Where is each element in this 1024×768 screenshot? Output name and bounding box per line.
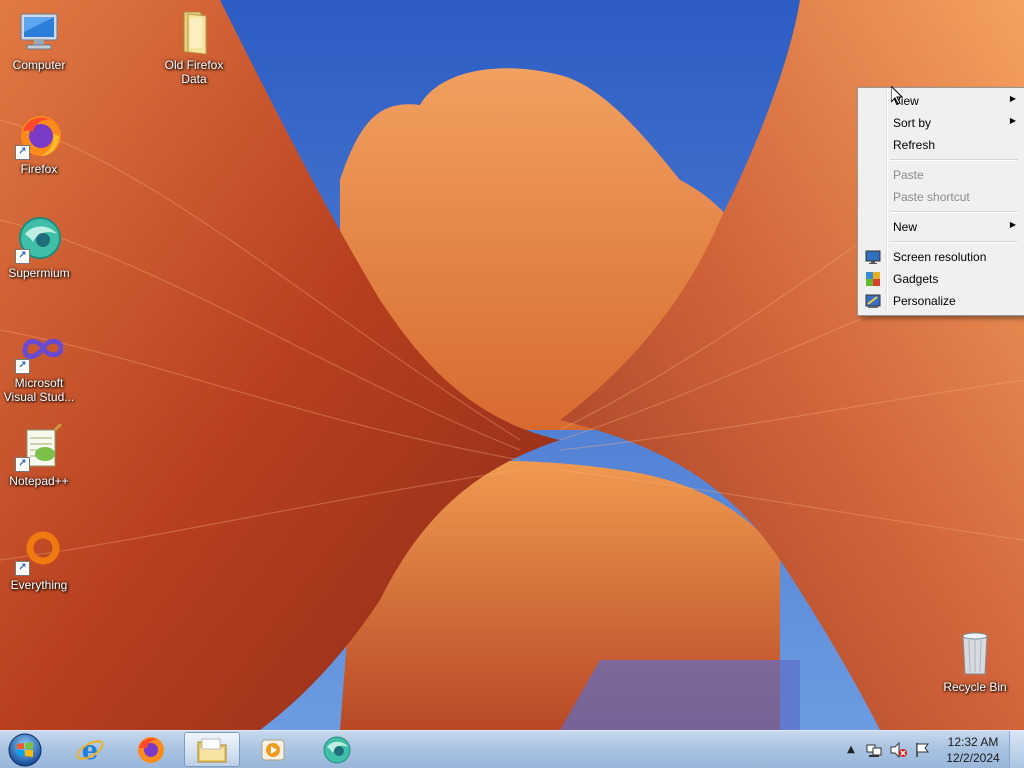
menu-item-label: New (893, 220, 918, 234)
desktop-icon-supermium[interactable]: ↗ Supermium (0, 216, 78, 280)
start-button[interactable] (6, 732, 44, 768)
desktop-icon-label: Recycle Bin (943, 680, 1007, 694)
screen-resolution-icon (865, 249, 881, 265)
media-player-icon (261, 739, 285, 760)
clock-date: 12/2/2024 (946, 751, 1000, 765)
menu-separator (890, 159, 1018, 161)
menu-item-screen-resolution[interactable]: Screen resolution (860, 246, 1022, 268)
taskbar-clock[interactable]: 12:32 AM 12/2/2024 (940, 734, 1006, 766)
taskbar: e ▲ 12:32 AM 12/2/2024 (0, 730, 1024, 768)
submenu-arrow-icon: ▶ (1009, 116, 1016, 125)
recycle-bin-icon (951, 630, 999, 678)
gadgets-icon (865, 271, 881, 287)
folder-icon (170, 8, 218, 56)
clock-time: 12:32 AM (947, 735, 999, 749)
desktop-icon-label: Notepad++ (9, 474, 69, 488)
action-center-flag-icon[interactable] (914, 742, 930, 761)
menu-item-label: Personalize (893, 294, 956, 308)
menu-item-label: Sort by (893, 116, 932, 130)
desktop-icon-label: Everything (10, 578, 68, 592)
menu-item-label: Paste (893, 168, 924, 182)
taskbar-internet-explorer-button[interactable]: e (62, 732, 118, 767)
menu-item-view[interactable]: View ▶ (860, 90, 1022, 112)
folder-icon (197, 738, 227, 762)
shortcut-arrow-icon: ↗ (15, 457, 30, 472)
computer-icon (15, 8, 63, 56)
desktop-icon-firefox[interactable]: ↗ Firefox (0, 112, 78, 176)
firefox-icon: ↗ (15, 112, 63, 160)
menu-item-label: Paste shortcut (893, 190, 970, 204)
menu-item-refresh[interactable]: Refresh (860, 134, 1022, 156)
submenu-arrow-icon: ▶ (1009, 220, 1016, 229)
shortcut-arrow-icon: ↗ (15, 561, 30, 576)
menu-item-gadgets[interactable]: Gadgets (860, 268, 1022, 290)
taskbar-firefox-button[interactable] (123, 732, 179, 767)
shortcut-arrow-icon: ↗ (15, 145, 30, 160)
desktop-icon-label: Computer (12, 58, 66, 72)
menu-item-label: Gadgets (893, 272, 939, 286)
submenu-arrow-icon: ▶ (1009, 94, 1016, 103)
menu-separator (890, 241, 1018, 243)
menu-separator (890, 211, 1018, 213)
menu-item-personalize[interactable]: Personalize (860, 290, 1022, 312)
menu-item-new[interactable]: New ▶ (860, 216, 1022, 238)
desktop-context-menu: View ▶ Sort by ▶ Refresh Paste Paste sho… (857, 87, 1024, 316)
menu-item-sort-by[interactable]: Sort by ▶ (860, 112, 1022, 134)
mouse-cursor-icon (890, 84, 904, 108)
desktop-icon-label: Microsoft Visual Stud... (3, 376, 75, 404)
menu-item-paste[interactable]: Paste (860, 164, 1022, 186)
shortcut-arrow-icon: ↗ (15, 249, 30, 264)
menu-item-paste-shortcut[interactable]: Paste shortcut (860, 186, 1022, 208)
notepadpp-icon: ↗ (15, 422, 63, 472)
network-icon[interactable] (866, 742, 882, 761)
desktop-icon-old-firefox-data[interactable]: Old Firefox Data (155, 8, 233, 86)
internet-explorer-icon: e (76, 736, 104, 765)
desktop-icon-computer[interactable]: Computer (0, 8, 78, 72)
taskbar-media-player-button[interactable] (245, 732, 301, 767)
desktop-icon-notepadpp[interactable]: ↗ Notepad++ (0, 422, 78, 488)
desktop-icon-visual-studio[interactable]: ↗ Microsoft Visual Stud... (0, 326, 78, 404)
show-desktop-button[interactable] (1009, 731, 1024, 768)
desktop-icon-everything[interactable]: ↗ Everything (0, 528, 78, 592)
everything-icon: ↗ (15, 528, 63, 576)
menu-item-label: Refresh (893, 138, 936, 152)
volume-muted-icon[interactable] (890, 741, 908, 761)
taskbar-supermium-button[interactable] (309, 732, 365, 767)
windows-logo-icon (8, 733, 42, 767)
show-hidden-icons-icon[interactable]: ▲ (843, 742, 859, 758)
visual-studio-icon: ↗ (15, 326, 64, 374)
menu-item-label: Screen resolution (893, 250, 987, 264)
firefox-icon (138, 736, 164, 763)
desktop-icon-label: Old Firefox Data (164, 58, 224, 86)
desktop-icon-label: Firefox (20, 162, 58, 176)
desktop-icon-recycle-bin[interactable]: Recycle Bin (936, 630, 1014, 694)
taskbar-windows-explorer-button[interactable] (184, 732, 240, 767)
supermium-icon (323, 736, 351, 763)
supermium-icon: ↗ (15, 216, 63, 264)
shortcut-arrow-icon: ↗ (15, 359, 30, 374)
svg-text:e: e (82, 736, 99, 765)
desktop-icon-label: Supermium (8, 266, 70, 280)
personalize-icon (865, 293, 881, 309)
